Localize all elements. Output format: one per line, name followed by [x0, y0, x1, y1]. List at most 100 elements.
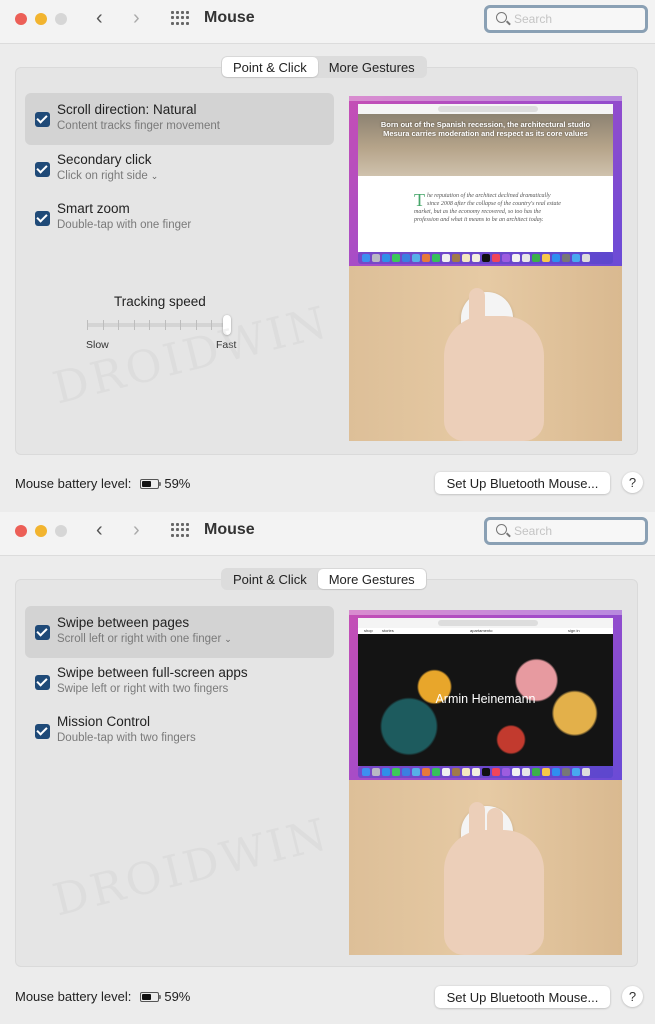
- dock-app-icon: [362, 254, 370, 262]
- dock-app-icon: [392, 768, 400, 776]
- show-all-grid-icon[interactable]: [171, 11, 189, 25]
- dock-app-icon: [452, 254, 460, 262]
- option-subtitle: Click on right side: [57, 170, 148, 182]
- forward-chevron-icon[interactable]: ›: [133, 520, 140, 540]
- option-smart-zoom[interactable]: Smart zoom Double-tap with one finger: [25, 192, 334, 244]
- tracking-speed-slider[interactable]: [87, 315, 231, 335]
- preview-browser: shop stories apartamento sign in Armin H…: [358, 618, 613, 766]
- option-title: Scroll direction: Natural: [57, 102, 197, 117]
- minimize-button[interactable]: [35, 525, 47, 537]
- tab-point-and-click[interactable]: Point & Click: [222, 57, 318, 77]
- tab-bar: Point & Click More Gestures: [221, 568, 427, 590]
- back-chevron-icon[interactable]: ‹: [96, 520, 103, 540]
- checkbox-checked[interactable]: [35, 724, 50, 739]
- maximize-button[interactable]: [55, 13, 67, 25]
- dock-app-icon: [412, 254, 420, 262]
- option-secondary-click[interactable]: Secondary click Click on right side ⌄: [25, 143, 334, 195]
- dock-app-icon: [502, 768, 510, 776]
- setup-bluetooth-mouse-button[interactable]: Set Up Bluetooth Mouse...: [435, 472, 610, 494]
- slider-min-label: Slow: [86, 339, 109, 351]
- slider-track[interactable]: [87, 323, 227, 327]
- dock-app-icon: [442, 254, 450, 262]
- slider-tick: [87, 320, 88, 330]
- dock-app-icon: [472, 768, 480, 776]
- dock-app-icon: [522, 254, 530, 262]
- swipe-pages-dropdown[interactable]: Scroll left or right with one finger ⌄: [57, 633, 232, 645]
- gesture-preview-video: shop stories apartamento sign in Armin H…: [349, 610, 622, 955]
- option-title: Secondary click: [57, 152, 152, 167]
- option-swipe-full-screen-apps[interactable]: Swipe between full-screen apps Swipe lef…: [25, 656, 334, 708]
- tab-bar: Point & Click More Gestures: [221, 56, 427, 78]
- dock-app-icon: [432, 254, 440, 262]
- search-input[interactable]: [514, 10, 634, 28]
- tracking-speed-label: Tracking speed: [114, 294, 206, 309]
- preview-dock: [358, 766, 613, 778]
- preview-hero-image: Born out of the Spanish recession, the a…: [358, 114, 613, 176]
- slider-max-label: Fast: [216, 339, 237, 351]
- tab-point-and-click[interactable]: Point & Click: [222, 569, 318, 589]
- slider-tick: [149, 320, 151, 330]
- titlebar: ‹ › Mouse: [0, 0, 655, 44]
- battery-percent: 59%: [164, 989, 191, 1004]
- dock-app-icon: [372, 768, 380, 776]
- slider-knob[interactable]: [223, 315, 231, 335]
- maximize-button[interactable]: [55, 525, 67, 537]
- search-icon: [496, 12, 507, 23]
- option-subtitle: Double-tap with one finger: [57, 219, 192, 231]
- help-button[interactable]: ?: [622, 986, 643, 1007]
- preview-screen: shop stories apartamento sign in Armin H…: [349, 610, 622, 780]
- checkbox-checked[interactable]: [35, 625, 50, 640]
- dock-app-icon: [422, 254, 430, 262]
- chevron-down-icon: ⌄: [150, 171, 159, 181]
- dock-app-icon: [572, 768, 580, 776]
- checkbox-checked[interactable]: [35, 112, 50, 127]
- dock-app-icon: [382, 768, 390, 776]
- search-field[interactable]: [484, 517, 648, 545]
- slider-tick: [195, 320, 197, 330]
- checkbox-checked[interactable]: [35, 162, 50, 177]
- dock-app-icon: [512, 768, 520, 776]
- preview-menubar: [349, 610, 622, 615]
- setup-bluetooth-mouse-button[interactable]: Set Up Bluetooth Mouse...: [435, 986, 610, 1008]
- close-button[interactable]: [15, 13, 27, 25]
- tab-more-gestures[interactable]: More Gestures: [318, 57, 426, 77]
- secondary-click-dropdown[interactable]: Click on right side ⌄: [57, 170, 158, 182]
- minimize-button[interactable]: [35, 13, 47, 25]
- dock-app-icon: [442, 768, 450, 776]
- option-title: Swipe between full-screen apps: [57, 665, 248, 680]
- battery-label: Mouse battery level:: [15, 989, 132, 1004]
- help-button[interactable]: ?: [622, 472, 643, 493]
- checkbox-checked[interactable]: [35, 675, 50, 690]
- preview-headline: Armin Heinemann: [435, 692, 536, 706]
- dock-app-icon: [502, 254, 510, 262]
- forward-chevron-icon[interactable]: ›: [133, 8, 140, 28]
- dock-app-icon: [482, 254, 490, 262]
- close-button[interactable]: [15, 525, 27, 537]
- checkbox-checked[interactable]: [35, 211, 50, 226]
- preview-desk: [349, 780, 622, 955]
- dock-app-icon: [472, 254, 480, 262]
- option-subtitle: Swipe left or right with two fingers: [57, 683, 229, 695]
- option-mission-control[interactable]: Mission Control Double-tap with two fing…: [25, 705, 334, 757]
- tab-more-gestures[interactable]: More Gestures: [317, 569, 426, 589]
- battery-status: Mouse battery level: 59%: [15, 476, 190, 491]
- dock-app-icon: [382, 254, 390, 262]
- window-title: Mouse: [204, 9, 255, 26]
- option-subtitle: Scroll left or right with one finger: [57, 633, 222, 645]
- option-subtitle: Double-tap with two fingers: [57, 732, 196, 744]
- preview-site-name: apartamento: [470, 628, 493, 633]
- dock-app-icon: [402, 768, 410, 776]
- dock-app-icon: [412, 768, 420, 776]
- option-scroll-direction[interactable]: Scroll direction: Natural Content tracks…: [25, 93, 334, 145]
- mouse-preferences-window-point-click: ‹ › Mouse Point & Click More Gestures Sc…: [0, 0, 655, 512]
- battery-icon: [140, 478, 162, 489]
- back-chevron-icon[interactable]: ‹: [96, 8, 103, 28]
- preview-article-text: he reputation of the architect declined …: [414, 193, 561, 223]
- preview-article: T he reputation of the architect decline…: [414, 191, 564, 224]
- show-all-grid-icon[interactable]: [171, 523, 189, 537]
- option-swipe-between-pages[interactable]: Swipe between pages Scroll left or right…: [25, 606, 334, 658]
- search-input[interactable]: [514, 522, 634, 540]
- dock-app-icon: [482, 768, 490, 776]
- search-icon: [496, 524, 507, 535]
- search-field[interactable]: [484, 5, 648, 33]
